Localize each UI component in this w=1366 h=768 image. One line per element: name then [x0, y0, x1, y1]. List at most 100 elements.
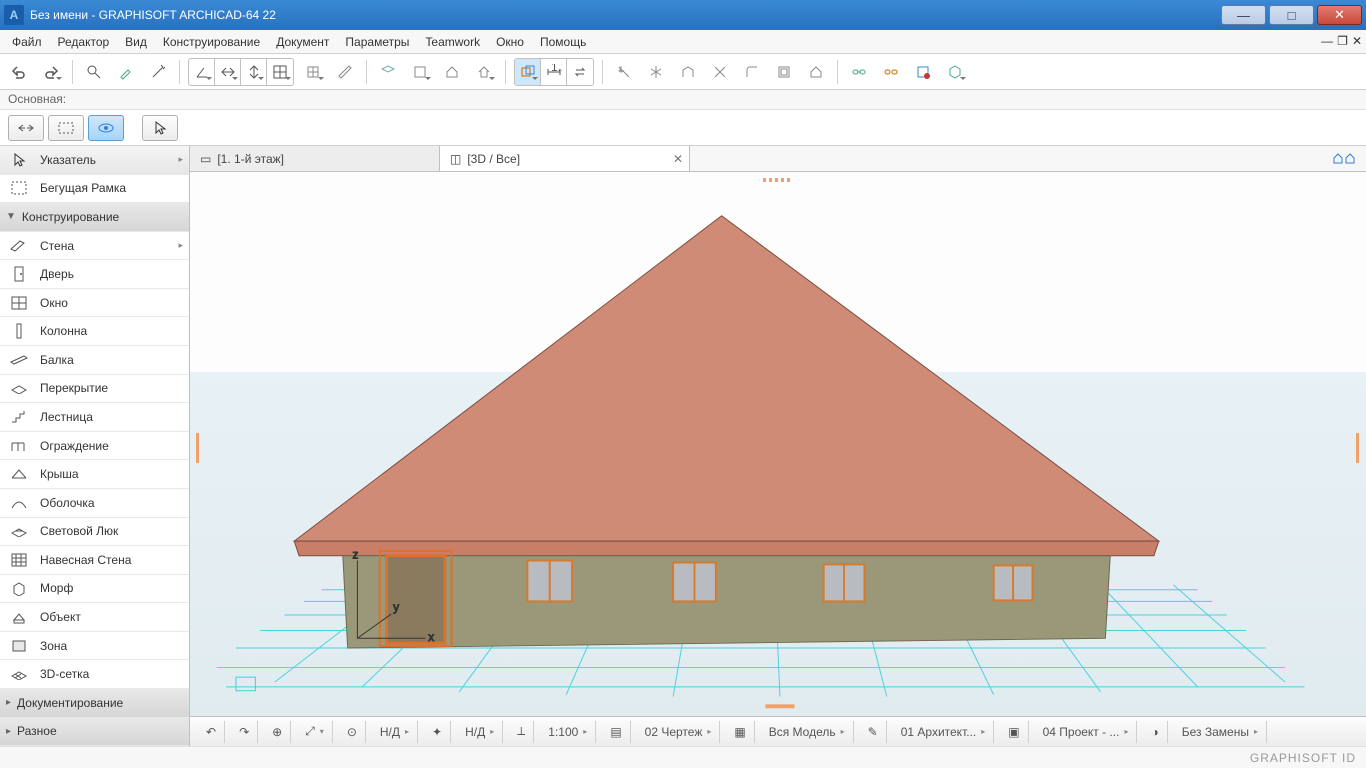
menu-design[interactable]: Конструирование [155, 32, 268, 52]
tool-slab[interactable]: Перекрытие [0, 375, 189, 404]
ruler-button[interactable] [332, 59, 358, 85]
slab-icon [10, 379, 28, 397]
redo-button[interactable] [38, 59, 64, 85]
sb-over[interactable]: Без Замены▸ [1174, 721, 1267, 743]
tool-wall[interactable]: Стена▸ [0, 232, 189, 261]
section-misc[interactable]: ▸Разное [0, 718, 189, 747]
link-button[interactable] [846, 59, 872, 85]
suspend-button[interactable] [910, 59, 936, 85]
tool-skylight[interactable]: Световой Люк [0, 518, 189, 547]
grid-toggle-button[interactable] [300, 59, 326, 85]
content-area: ▭[1. 1-й этаж] ◫[3D / Все]✕ [190, 146, 1366, 746]
sb-pen-ico[interactable]: ✎ [860, 721, 887, 743]
tab-close-icon[interactable]: ✕ [673, 152, 683, 166]
adjust-button[interactable] [675, 59, 701, 85]
maximize-button[interactable]: □ [1269, 5, 1314, 25]
tool-door[interactable]: Дверь [0, 260, 189, 289]
menu-editor[interactable]: Редактор [50, 32, 118, 52]
home-dd-button[interactable] [471, 59, 497, 85]
undo-button[interactable] [6, 59, 32, 85]
trim-button[interactable] [611, 59, 637, 85]
snap-perp-button[interactable] [215, 59, 241, 85]
sb-reno-ico[interactable]: ▣ [1000, 721, 1028, 743]
3d-viewport[interactable]: z x y [190, 172, 1366, 716]
house-button[interactable] [439, 59, 465, 85]
mdi-close-icon[interactable]: ✕ [1352, 34, 1362, 48]
offset-button[interactable] [771, 59, 797, 85]
tab-3d[interactable]: ◫[3D / Все]✕ [440, 146, 690, 171]
tool-curtainwall[interactable]: Навесная Стена [0, 546, 189, 575]
tool-zone[interactable]: Зона [0, 632, 189, 661]
tab-floorplan[interactable]: ▭[1. 1-й этаж] [190, 146, 440, 171]
tool-stair[interactable]: Лестница [0, 403, 189, 432]
sb-scale-ico[interactable]: ⟂ [509, 721, 534, 743]
sb-layers[interactable]: 02 Чертеж▸ [637, 721, 721, 743]
sb-zoom-dd[interactable]: ⤢▾ [297, 721, 333, 743]
sb-undo[interactable]: ↶ [198, 721, 225, 743]
snap-grid-button[interactable] [267, 59, 293, 85]
mode-pan-button[interactable] [8, 115, 44, 141]
view3d-button[interactable] [942, 59, 968, 85]
box-button[interactable] [407, 59, 433, 85]
tool-marquee[interactable]: Бегущая Рамка [0, 175, 189, 204]
intersect-button[interactable] [707, 59, 733, 85]
menu-document[interactable]: Документ [268, 32, 337, 52]
sb-nd2[interactable]: Н/Д▸ [457, 721, 503, 743]
mdi-min-icon[interactable]: — [1321, 34, 1333, 48]
sb-orient[interactable]: ✦ [424, 721, 451, 743]
tool-railing[interactable]: Ограждение [0, 432, 189, 461]
dimension-button[interactable]: 1.2 [541, 59, 567, 85]
menu-window[interactable]: Окно [488, 32, 532, 52]
menu-file[interactable]: Файл [4, 32, 50, 52]
snap-angle-button[interactable] [189, 59, 215, 85]
mode-rect-button[interactable] [48, 115, 84, 141]
sb-layers-ico[interactable]: ▤ [602, 721, 630, 743]
floorplan-icon: ▭ [200, 152, 211, 166]
mdi-restore-icon[interactable]: ❐ [1337, 34, 1348, 48]
sb-scale[interactable]: 1:100▸ [540, 721, 596, 743]
snap-parallel-button[interactable] [241, 59, 267, 85]
menu-options[interactable]: Параметры [337, 32, 417, 52]
tabs-home-button[interactable] [1322, 146, 1366, 171]
section-design[interactable]: ▼Конструирование [0, 203, 189, 232]
minimize-button[interactable]: — [1221, 5, 1266, 25]
tool-roof[interactable]: Крыша [0, 460, 189, 489]
sb-reno[interactable]: 04 Проект - ...▸ [1035, 721, 1138, 743]
tool-column[interactable]: Колонна [0, 317, 189, 346]
menu-view[interactable]: Вид [117, 32, 155, 52]
eyedropper-button[interactable] [113, 59, 139, 85]
magic-wand-button[interactable] [145, 59, 171, 85]
sb-over-ico[interactable]: ◑ [1143, 721, 1167, 743]
sb-nd1[interactable]: Н/Д▸ [372, 721, 418, 743]
sb-model[interactable]: Вся Модель▸ [761, 721, 854, 743]
tool-shell[interactable]: Оболочка [0, 489, 189, 518]
tool-window[interactable]: Окно [0, 289, 189, 318]
tool-morph[interactable]: Морф [0, 575, 189, 604]
mode-cursor-button[interactable] [142, 115, 178, 141]
trace-button[interactable] [515, 59, 541, 85]
menu-teamwork[interactable]: Teamwork [417, 32, 488, 52]
unlink-button[interactable] [878, 59, 904, 85]
tool-pointer[interactable]: Указатель▸ [0, 146, 189, 175]
swap-button[interactable] [567, 59, 593, 85]
tool-mesh[interactable]: 3D-сетка [0, 660, 189, 689]
fillet-button[interactable] [739, 59, 765, 85]
app-icon: A [4, 5, 24, 25]
sb-zoom-in[interactable]: ⊕ [264, 721, 291, 743]
sb-fit[interactable]: ⊙ [339, 721, 366, 743]
pick-button[interactable] [81, 59, 107, 85]
section-document[interactable]: ▸Документирование [0, 689, 189, 718]
sb-redo[interactable]: ↷ [231, 721, 258, 743]
tool-beam[interactable]: Балка [0, 346, 189, 375]
close-button[interactable]: ✕ [1317, 5, 1362, 25]
roof-icon [10, 465, 28, 483]
layer-button[interactable] [375, 59, 401, 85]
home2-button[interactable] [803, 59, 829, 85]
sb-pen[interactable]: 01 Архитект...▸ [893, 721, 995, 743]
tool-object[interactable]: Объект [0, 603, 189, 632]
mode-orbit-button[interactable] [88, 115, 124, 141]
sb-model-ico[interactable]: ▦ [726, 721, 754, 743]
edit-group: 1.2 [514, 58, 594, 86]
split-button[interactable] [643, 59, 669, 85]
menu-help[interactable]: Помощь [532, 32, 594, 52]
